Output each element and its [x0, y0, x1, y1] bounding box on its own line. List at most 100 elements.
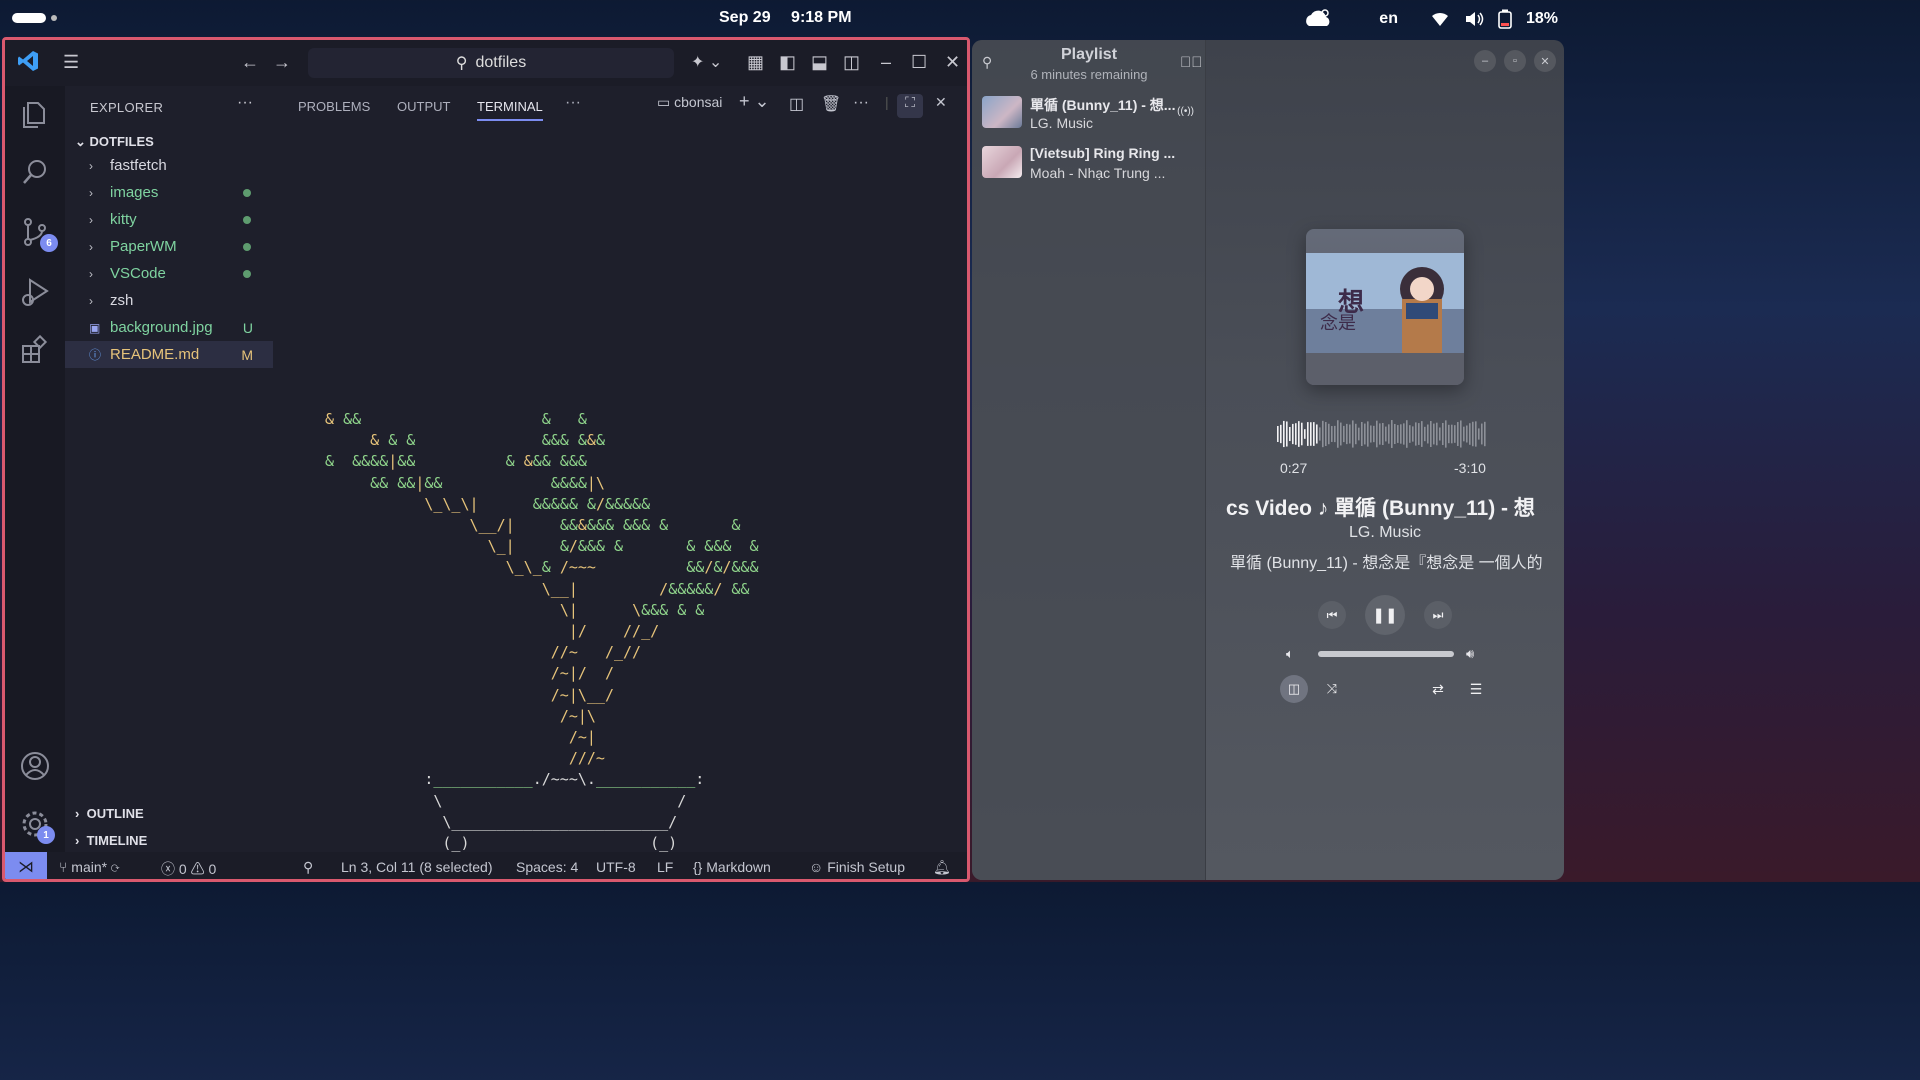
toggle-sidebar-icon[interactable]: ◧: [779, 52, 796, 73]
encoding[interactable]: UTF-8: [596, 859, 636, 875]
extensions-icon[interactable]: [19, 334, 51, 366]
waveform-bar: [1280, 424, 1282, 444]
copilot-chat-icon[interactable]: ✦ ⌄: [691, 52, 722, 72]
terminal-instance[interactable]: ▭ cbonsai: [657, 94, 722, 111]
battery-charging-icon[interactable]: [1498, 9, 1512, 29]
more-actions-icon[interactable]: ···: [237, 94, 253, 112]
new-terminal-icon[interactable]: + ⌄: [739, 91, 770, 112]
back-arrow-icon[interactable]: ←: [241, 52, 259, 73]
volume-icon[interactable]: [1464, 10, 1484, 28]
timeline-section[interactable]: › TIMELINE: [75, 833, 147, 848]
language-indicator[interactable]: en: [1379, 10, 1398, 28]
indentation[interactable]: Spaces: 4: [516, 859, 578, 875]
tab-output[interactable]: OUTPUT: [397, 99, 450, 114]
waveform-bar: [1301, 422, 1303, 446]
waveform-bar: [1445, 420, 1447, 448]
outline-section[interactable]: › OUTLINE: [75, 806, 144, 821]
waveform-bar: [1379, 423, 1381, 445]
sidebar-toggle-icon[interactable]: ◫: [1280, 675, 1308, 703]
tab-problems[interactable]: PROBLEMS: [298, 99, 370, 114]
system-tray[interactable]: en 18%: [1301, 8, 1558, 30]
tree-item-vscode[interactable]: › VSCode: [65, 260, 273, 287]
account-icon[interactable]: [19, 750, 51, 782]
maximize-icon[interactable]: ▫: [1504, 50, 1526, 72]
cursor-position[interactable]: Ln 3, Col 11 (8 selected): [341, 859, 493, 875]
volume-slider[interactable]: [1318, 651, 1454, 657]
waveform-bar: [1427, 424, 1429, 444]
minimize-icon[interactable]: –: [1474, 50, 1496, 72]
run-debug-icon[interactable]: [19, 276, 51, 308]
forward-arrow-icon[interactable]: →: [273, 52, 291, 73]
tab-terminal[interactable]: TERMINAL: [477, 99, 543, 121]
chevron-right-icon: ›: [75, 833, 80, 848]
maximize-panel-icon[interactable]: ⛶: [897, 94, 923, 118]
shuffle-icon[interactable]: ⤨: [1318, 675, 1346, 703]
bell-icon[interactable]: 🔔︎: [933, 859, 951, 876]
language-mode[interactable]: {} Markdown: [693, 859, 771, 875]
previous-track-icon[interactable]: ⏮: [1318, 601, 1346, 629]
music-player-window: ⚲ Playlist 6 minutes remaining ✓⃝ 單循 (Bu…: [972, 40, 1564, 880]
explorer-icon[interactable]: [19, 98, 51, 130]
repeat-icon[interactable]: ⇄: [1424, 675, 1452, 703]
toggle-panel-icon[interactable]: ⬓: [811, 52, 828, 73]
tree-item-kitty[interactable]: › kitty: [65, 206, 273, 233]
track-thumbnail: [982, 96, 1022, 128]
zoom-icon[interactable]: ⚲: [303, 859, 313, 876]
select-check-icon[interactable]: ✓⃝: [1180, 54, 1203, 71]
tree-item-paperwm[interactable]: › PaperWM: [65, 233, 273, 260]
now-playing-title: cs Video ♪ 單循 (Bunny_11) - 想: [1226, 497, 1535, 520]
chevron-right-icon: ›: [89, 212, 93, 227]
command-center-search[interactable]: ⚲ dotfiles: [308, 48, 674, 78]
minimize-icon[interactable]: –: [881, 52, 891, 73]
waveform-seekbar[interactable]: [1277, 417, 1489, 451]
volume-low-icon[interactable]: 🔈︎: [1286, 646, 1294, 662]
remote-indicator-icon[interactable]: ⋊: [5, 852, 47, 879]
layout-customize-icon[interactable]: ▦: [747, 52, 764, 73]
wifi-icon[interactable]: [1430, 10, 1450, 28]
trash-icon[interactable]: 🗑: [821, 94, 841, 114]
workspace-indicator-active[interactable]: [12, 13, 46, 23]
volume-high-icon[interactable]: 🔊︎: [1466, 646, 1474, 662]
playlist-track[interactable]: [Vietsub] Ring Ring ... Moah - Nhạc Trun…: [980, 142, 1198, 188]
track-artist: Moah - Nhạc Trung ...: [1030, 165, 1166, 181]
search-icon[interactable]: [19, 156, 51, 188]
weather-night-cloud-icon[interactable]: [1301, 8, 1335, 30]
tree-item-zsh[interactable]: › zsh: [65, 287, 273, 314]
tree-root[interactable]: ⌄ DOTFILES: [75, 134, 154, 150]
close-icon[interactable]: ✕: [1534, 50, 1556, 72]
clock[interactable]: Sep 29 9:18 PM: [719, 9, 868, 27]
more-tabs-icon[interactable]: ···: [565, 94, 581, 112]
playlist-track[interactable]: 單循 (Bunny_11) - 想... LG. Music ((•)): [980, 92, 1198, 138]
source-control-badge: 6: [40, 234, 58, 252]
close-panel-icon[interactable]: ✕: [935, 94, 947, 111]
tree-item-readme[interactable]: ⓘ README.md M: [65, 341, 273, 368]
menu-icon[interactable]: ☰: [63, 52, 79, 73]
finish-setup-button[interactable]: ☺ Finish Setup: [809, 859, 905, 875]
waveform-bar: [1439, 427, 1441, 441]
tree-item-label: background.jpg: [110, 319, 213, 336]
waveform-bar: [1319, 427, 1321, 441]
next-track-icon[interactable]: ⏭: [1424, 601, 1452, 629]
sync-icon[interactable]: ⟳: [111, 859, 119, 875]
waveform-bar: [1460, 420, 1462, 448]
branch-indicator[interactable]: ⑂ main* ⟳: [59, 859, 119, 875]
waveform-bar: [1454, 425, 1456, 443]
waveform-bar: [1286, 421, 1288, 447]
tree-item-fastfetch[interactable]: › fastfetch: [65, 152, 273, 179]
problems-indicator[interactable]: ⓧ 0 ⚠ 0: [161, 859, 216, 879]
terminal-output[interactable]: & && & & & & & &&& &&& & &&&&|&& & &&& &…: [273, 126, 967, 852]
toggle-secondary-sidebar-icon[interactable]: ◫: [843, 52, 860, 73]
workspace-indicator[interactable]: [51, 15, 57, 21]
split-terminal-icon[interactable]: ◫: [789, 94, 804, 114]
maximize-icon[interactable]: ☐: [911, 52, 927, 73]
warning-count: 0: [208, 861, 217, 877]
pause-button[interactable]: ❚❚: [1365, 595, 1405, 635]
battery-percentage: 18%: [1525, 10, 1558, 27]
more-actions-icon[interactable]: ···: [853, 94, 869, 112]
close-icon[interactable]: ✕: [945, 52, 960, 73]
menu-icon[interactable]: ☰: [1462, 675, 1490, 703]
tree-item-images[interactable]: › images: [65, 179, 273, 206]
tree-item-background-jpg[interactable]: ▣ background.jpg U: [65, 314, 273, 341]
line-ending[interactable]: LF: [657, 859, 673, 875]
waveform-bar: [1466, 425, 1468, 443]
